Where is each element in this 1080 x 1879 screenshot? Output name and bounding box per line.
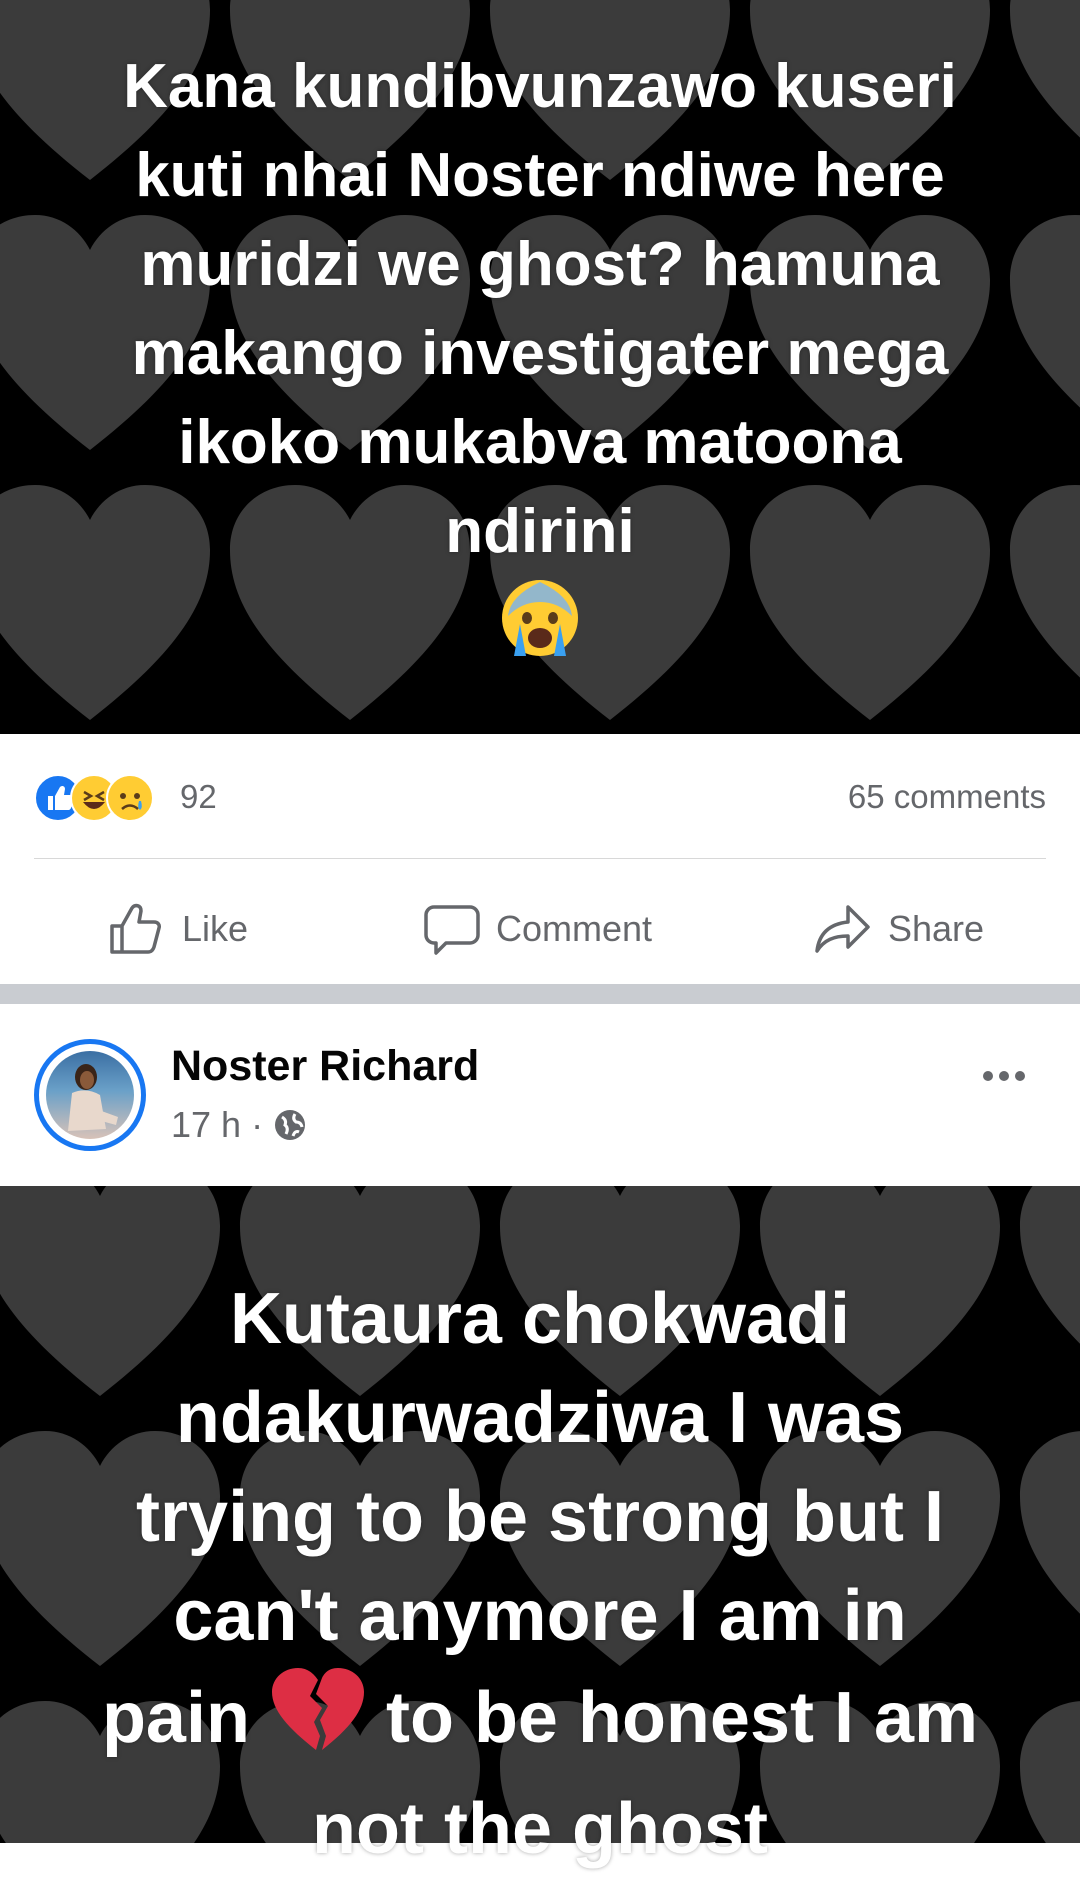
post2-text: Kutaura chokwadi ndakurwadziwa I was try… [0,1270,1080,1879]
comments-count[interactable]: 65 comments [848,778,1046,816]
broken-heart-emoji-icon [270,1666,366,1780]
post1-text: Kana kundibvunzawo kuseri kuti nhai Nost… [0,42,1080,684]
meta-separator: · [251,1104,264,1145]
share-arrow-icon [815,905,870,953]
globe-icon[interactable] [273,1108,307,1142]
avatar[interactable] [34,1039,146,1151]
more-options-icon[interactable] [980,1066,1028,1086]
author-name[interactable]: Noster Richard [171,1042,479,1091]
post-meta: 17 h · [171,1104,307,1146]
comment-label: Comment [496,908,653,949]
sad-reaction-icon [106,774,154,822]
avatar-image [46,1051,134,1139]
post1-caption: Kana kundibvunzawo kuseri kuti nhai Nost… [123,52,957,566]
like-button[interactable]: Like [108,894,248,964]
crying-face-emoji-icon [498,576,582,684]
post2-header: Noster Richard 17 h · [0,1004,1080,1186]
feed-separator [0,984,1080,1004]
divider [34,858,1046,859]
comment-bubble-icon [424,905,480,955]
like-label: Like [182,908,249,949]
share-button[interactable]: Share [814,894,984,964]
comment-button[interactable]: Comment [424,894,652,964]
reaction-count[interactable]: 92 [180,778,217,816]
post1-footer: 92 65 comments Like Comment Share [0,734,1080,984]
thumbs-up-icon [110,903,161,954]
share-label: Share [888,908,985,949]
post-time[interactable]: 17 h [171,1104,241,1146]
post2-caption-end: to be honest I am not the ghost [312,1678,979,1869]
